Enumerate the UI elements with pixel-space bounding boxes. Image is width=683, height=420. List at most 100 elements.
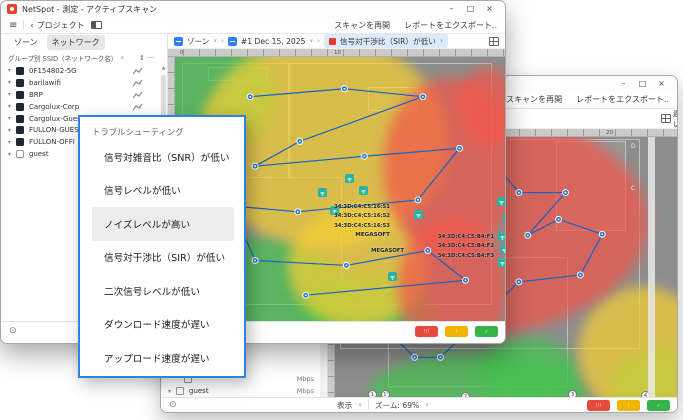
legend-button[interactable]: !!! bbox=[415, 326, 438, 337]
legend-button[interactable]: ! bbox=[445, 326, 468, 337]
close-button[interactable]: × bbox=[652, 77, 671, 91]
visualization-label: 信号対干渉比（SIR）が低い bbox=[339, 36, 436, 46]
wifi-icon[interactable] bbox=[498, 258, 505, 267]
chevron-down-icon: ∨ bbox=[120, 55, 125, 61]
back-visualization-selector[interactable]: 遅い ∨ bbox=[673, 108, 677, 130]
wifi-icon[interactable] bbox=[500, 245, 505, 254]
tab-networks[interactable]: ネットワーク bbox=[46, 35, 105, 50]
menu-item[interactable]: ダウンロード速度が遅い bbox=[92, 308, 234, 342]
ap-mac-label: 34:3D:C4:C5:B4:F3 bbox=[437, 252, 494, 259]
wifi-icon[interactable] bbox=[318, 188, 327, 197]
visualization-selector[interactable]: 信号対干渉比（SIR）が低い ∨ bbox=[323, 34, 449, 48]
rescan-button[interactable]: スキャンを再開 bbox=[506, 94, 562, 105]
ssid-checkbox[interactable]: ✓ bbox=[16, 90, 24, 99]
scroll-up-icon[interactable]: ▲ bbox=[160, 65, 167, 71]
menu-item[interactable]: アップロード速度が遅い bbox=[92, 341, 234, 375]
disclosure-triangle-icon[interactable]: ▾ bbox=[5, 139, 14, 146]
disclosure-triangle-icon[interactable]: ▾ bbox=[5, 103, 14, 110]
ssid-checkbox[interactable]: ✓ bbox=[16, 138, 24, 147]
view-menu-button[interactable]: 表示 bbox=[337, 400, 352, 411]
wifi-icon[interactable] bbox=[498, 232, 505, 241]
ap-mac-label: 34:3D:C4:C5:16:51 bbox=[334, 204, 390, 210]
ap-mac-label: 34:3D:C4:C5:16:53 bbox=[334, 222, 390, 229]
disclosure-triangle-icon[interactable]: ▾ bbox=[5, 67, 14, 74]
zoom-level-button[interactable]: ズーム: 69% bbox=[375, 400, 419, 411]
sort-icon[interactable]: ↕ bbox=[139, 54, 145, 62]
ssid-checkbox[interactable]: ✓ bbox=[16, 114, 24, 123]
toggle-sidebar-icon[interactable] bbox=[90, 21, 102, 29]
menu-item[interactable]: 信号対雑音比（SNR）が低い bbox=[92, 140, 234, 174]
ssid-row[interactable]: ▾ ✓ Cargolux-Corp bbox=[1, 101, 167, 113]
front-window-toolbar: ≡ ‹ プロジェクト スキャンを再開 レポートをエクスポート.. bbox=[1, 17, 505, 34]
rescan-button[interactable]: スキャンを再開 bbox=[334, 20, 390, 31]
menu-item[interactable]: ノイズレベルが高い bbox=[92, 207, 234, 241]
ap-vendor-label: MEGASOFT bbox=[355, 231, 390, 238]
ssid-value: Mbps bbox=[296, 375, 314, 384]
snapshot-selector[interactable]: #1 Dec 15, 2025 bbox=[241, 37, 306, 46]
disclosure-triangle-icon[interactable]: ▾ bbox=[5, 91, 14, 98]
front-breadcrumb: ゾーン ∨ › #1 Dec 15, 2025 ∨ › 信号対干渉比（SIR）が… bbox=[168, 34, 505, 49]
disclosure-triangle-icon[interactable]: ▾ bbox=[5, 151, 14, 158]
close-button[interactable]: × bbox=[480, 2, 499, 16]
ssid-row[interactable]: ▾ ✓ BRP bbox=[1, 89, 167, 101]
maximize-button[interactable]: □ bbox=[633, 77, 652, 91]
hamburger-menu-icon[interactable]: ≡ bbox=[9, 20, 17, 31]
floorplan-icon[interactable] bbox=[489, 36, 499, 46]
disclosure-triangle-icon[interactable]: ▾ bbox=[5, 115, 14, 122]
wifi-icon[interactable] bbox=[359, 186, 368, 195]
survey-point-marker[interactable]: 1 bbox=[368, 390, 377, 397]
wifi-icon[interactable] bbox=[388, 272, 397, 281]
chevron-down-icon: ∨ bbox=[358, 402, 362, 408]
disclosure-triangle-icon[interactable]: ▾ bbox=[165, 388, 174, 395]
ssid-row[interactable]: ▾ ✓ barilawifi bbox=[1, 77, 167, 89]
tab-zones[interactable]: ゾーン bbox=[9, 35, 43, 50]
ssid-label: FULLON-GUES bbox=[29, 126, 79, 135]
zone-selector[interactable]: ゾーン bbox=[187, 36, 209, 47]
ssid-list-header[interactable]: グループ別 SSID（ネットワーク名） ∨ ↕ ··· bbox=[1, 51, 167, 65]
disclosure-triangle-icon[interactable]: ▾ bbox=[5, 79, 14, 86]
minimize-button[interactable]: – bbox=[442, 2, 461, 16]
status-circle-icon[interactable]: ⊙ bbox=[9, 327, 17, 336]
minimize-button[interactable]: – bbox=[614, 77, 633, 91]
ssid-row[interactable]: ▾ ✓ guest Mbps bbox=[161, 385, 327, 397]
signal-chart-icon bbox=[133, 67, 143, 75]
chevron-down-icon: ∨ bbox=[309, 38, 314, 44]
disclosure-triangle-icon[interactable]: ▾ bbox=[5, 127, 14, 134]
signal-chart-icon bbox=[133, 103, 143, 110]
export-report-button[interactable]: レポートをエクスポート.. bbox=[576, 94, 669, 105]
legend-button[interactable]: ✓ bbox=[647, 400, 670, 411]
ssid-checkbox[interactable]: ✓ bbox=[16, 126, 24, 135]
wifi-icon[interactable] bbox=[414, 210, 423, 219]
survey-point-marker[interactable]: 2 bbox=[461, 392, 470, 397]
wifi-icon[interactable] bbox=[497, 197, 505, 206]
chevron-down-icon: ∨ bbox=[213, 38, 218, 44]
front-window-titlebar[interactable]: NetSpot - 測定 - アクティブスキャン – □ × bbox=[1, 1, 505, 17]
menu-item[interactable]: 信号レベルが低い bbox=[92, 174, 234, 208]
legend-button[interactable]: ✓ bbox=[475, 326, 498, 337]
survey-point-marker[interactable]: 1' bbox=[381, 390, 390, 397]
ssid-checkbox[interactable]: ✓ bbox=[16, 78, 24, 87]
wifi-icon[interactable] bbox=[345, 174, 354, 183]
more-options-icon[interactable]: ··· bbox=[148, 54, 160, 62]
survey-point-marker[interactable]: 3 bbox=[568, 390, 577, 397]
ssid-checkbox[interactable]: ✓ bbox=[16, 102, 24, 111]
export-report-button[interactable]: レポートをエクスポート.. bbox=[404, 20, 497, 31]
front-window-controls: – □ × bbox=[442, 2, 499, 16]
ssid-checkbox[interactable]: ✓ bbox=[176, 387, 184, 396]
legend-button[interactable]: !!! bbox=[587, 400, 610, 411]
back-to-projects-button[interactable]: ‹ プロジェクト bbox=[30, 20, 84, 31]
snapshot-icon bbox=[227, 36, 237, 46]
menu-item[interactable]: 信号対干渉比（SIR）が低い bbox=[92, 241, 234, 275]
status-circle-icon[interactable]: ⊙ bbox=[169, 401, 177, 410]
legend-button[interactable]: ! bbox=[617, 400, 640, 411]
ssid-checkbox[interactable]: ✓ bbox=[16, 66, 24, 75]
ap-mac-label: 34:3D:C4:C5:B4:F2 bbox=[437, 243, 494, 250]
ssid-checkbox[interactable]: ✓ bbox=[16, 150, 24, 159]
front-window[interactable]: NetSpot - 測定 - アクティブスキャン – □ × ≡ ‹ プロジェク… bbox=[0, 0, 506, 344]
back-map-scrollbar[interactable] bbox=[648, 137, 655, 397]
ssid-row[interactable]: ▾ ✓ 0F154802-5G bbox=[1, 65, 167, 77]
floorplan-icon[interactable] bbox=[661, 114, 671, 123]
menu-item[interactable]: 二次信号レベルが低い bbox=[92, 274, 234, 308]
wifi-icon[interactable] bbox=[503, 214, 505, 223]
maximize-button[interactable]: □ bbox=[461, 2, 480, 16]
